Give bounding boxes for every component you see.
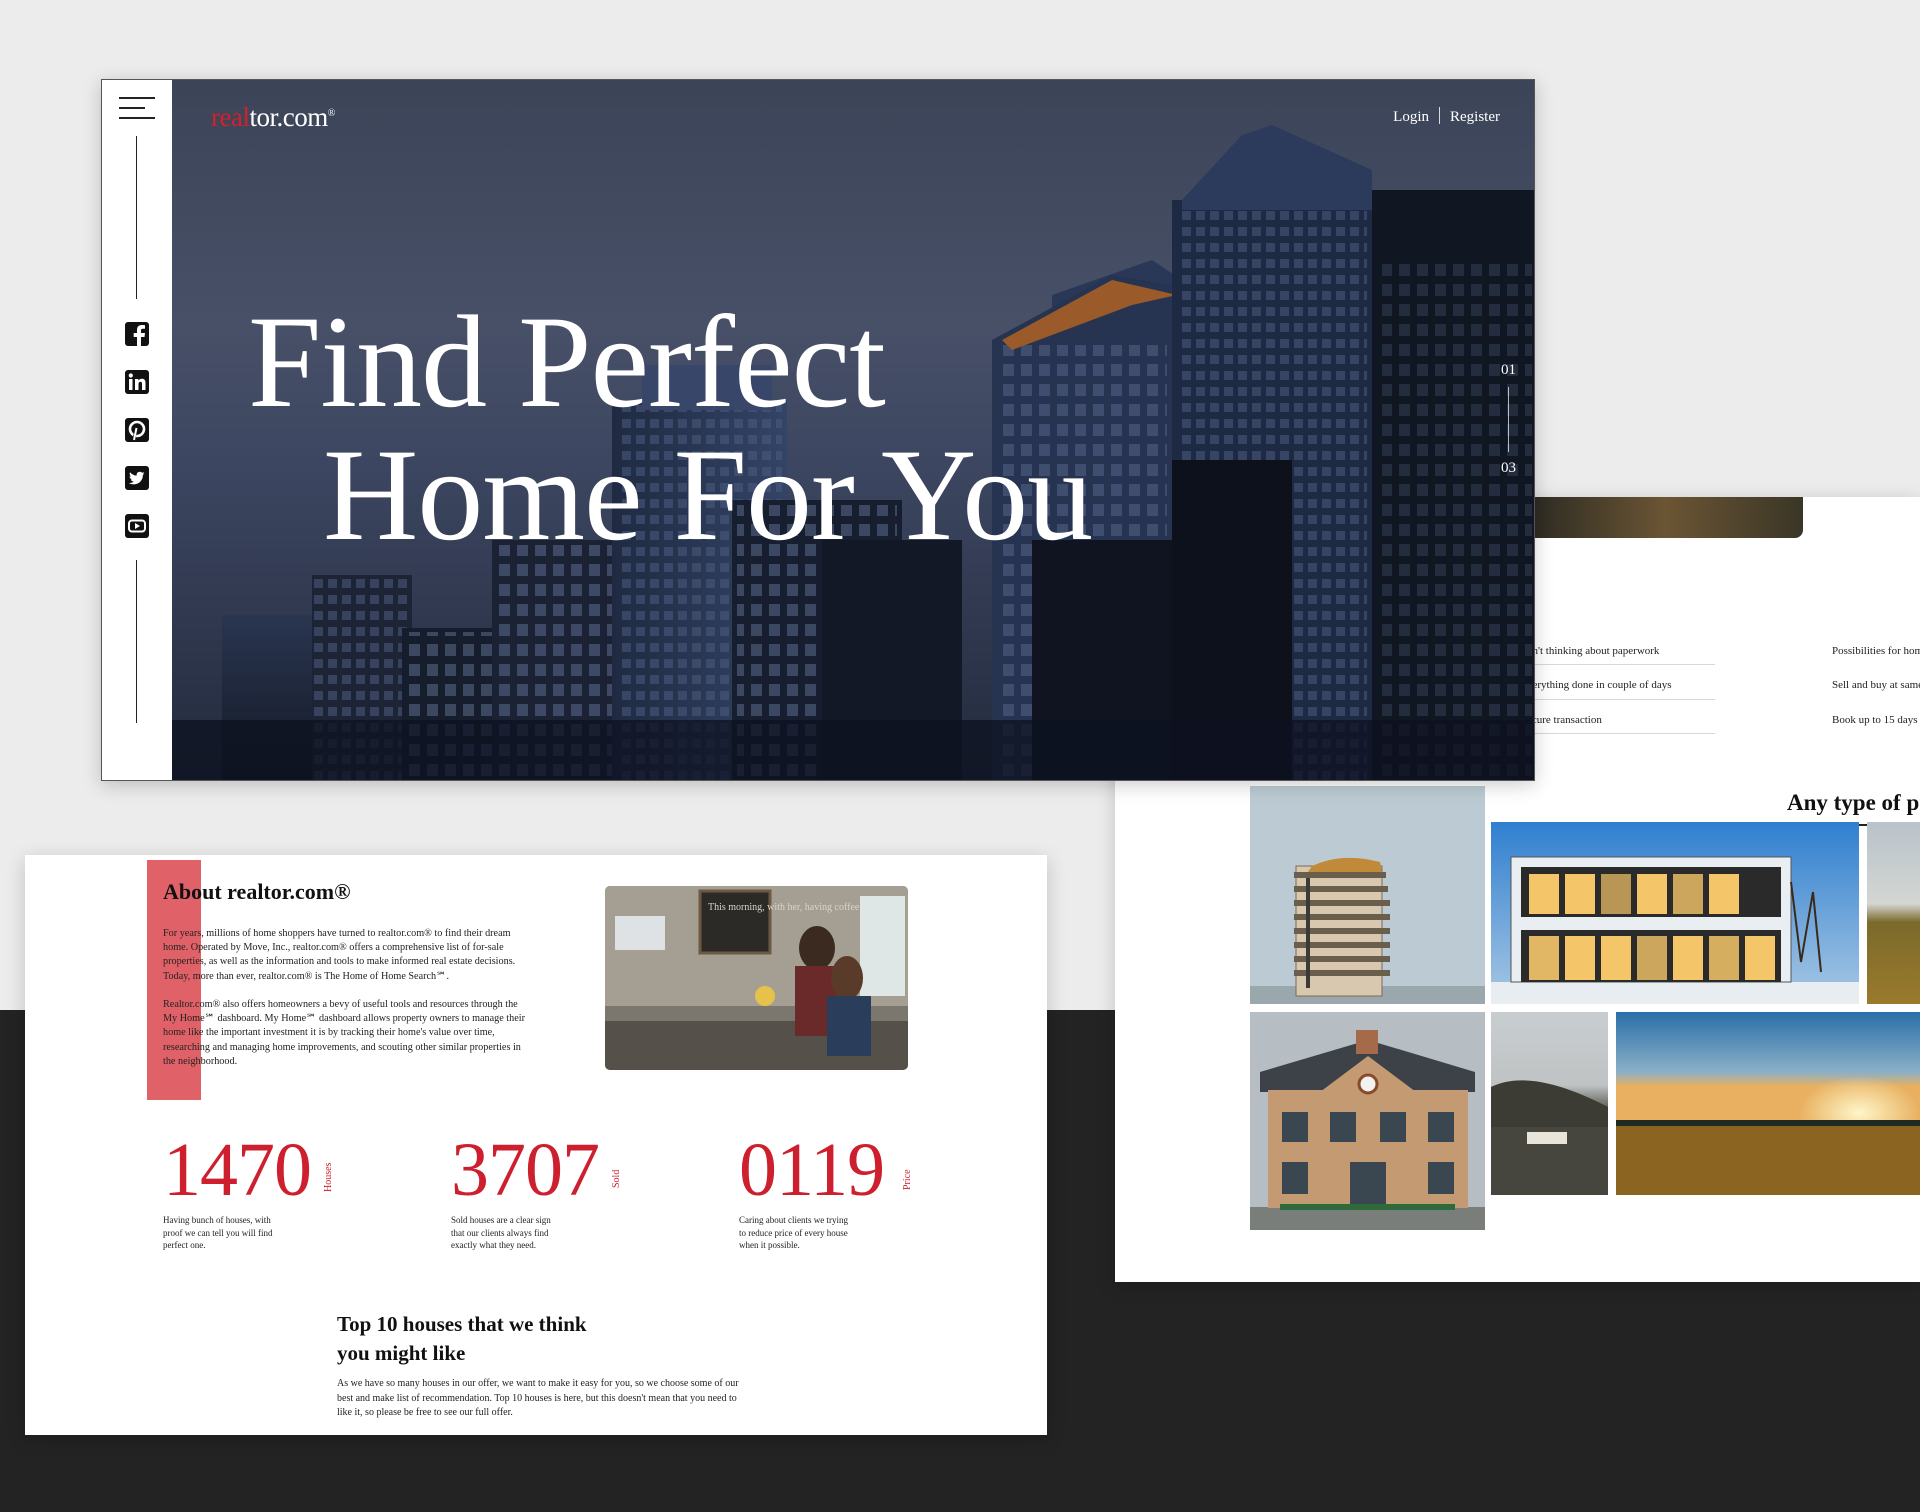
realtor-logo[interactable]: realtor.com® [211,102,335,133]
hero-headline: Find Perfect Home For You [248,295,1093,568]
stat-description: Having bunch of houses, with proof we ca… [163,1215,273,1250]
stat-price: 0119 Price Caring about clients we tryin… [739,1130,939,1260]
property-photo-countryside[interactable] [1867,822,1920,1004]
property-photo-brick-house[interactable] [1250,1012,1485,1230]
chalkboard-text: This morning, with her, having coffee. [708,902,862,913]
gallery-title: Any type of pr [1787,790,1920,815]
stat-unit: Price [902,1169,913,1190]
auth-divider [1439,107,1440,124]
about-paragraph: For years, millions of home shoppers hav… [163,928,516,982]
stat-description: Caring about clients we trying to reduce… [739,1215,848,1250]
sidebar-divider [136,136,137,299]
pinterest-icon[interactable] [124,417,150,443]
divider [1527,733,1715,734]
stat-number: 1470 [163,1128,312,1212]
auth-links: Login Register [1393,107,1500,126]
twitter-icon[interactable] [124,465,150,491]
stat-houses: 1470 Houses Having bunch of houses, with… [163,1130,363,1260]
feature-item: Sell and buy at same [1832,679,1920,691]
slide-image-strip [1528,497,1803,538]
about-title: About realtor.com® [163,879,351,904]
slide-progress-line [1508,387,1509,452]
facebook-icon[interactable] [124,321,150,347]
youtube-icon[interactable] [124,513,150,539]
feature-item: Possibilities for hom [1832,645,1920,657]
stat-sold: 3707 Sold Sold houses are a clear sign t… [451,1130,651,1260]
hero-banner: realtor.com® Login Register Find Perfect … [172,80,1534,780]
hero-card: realtor.com® Login Register Find Perfect … [101,79,1535,781]
stat-unit: Houses [323,1162,334,1192]
about-paragraph: Realtor.com® also offers homeowners a be… [163,999,525,1067]
feature-item: Book up to 15 days [1832,714,1918,726]
slide-total[interactable]: 03 [1501,460,1516,477]
property-photo-hills[interactable] [1491,1012,1608,1195]
sidebar [102,80,172,780]
about-card: About realtor.com® For years, millions o… [25,855,1047,1435]
stat-number: 0119 [739,1128,885,1212]
kitchen-photo: This morning, with her, having coffee. [605,886,908,1070]
feature-item: ecure transaction [1527,714,1602,726]
top10-description: As we have so many houses in our offer, … [337,1378,739,1418]
feature-item: verything done in couple of days [1527,679,1672,691]
register-link[interactable]: Register [1450,109,1500,125]
divider [1527,699,1715,700]
linkedin-icon[interactable] [124,369,150,395]
property-photo-sunset-field[interactable] [1616,1012,1920,1195]
slide-current[interactable]: 01 [1501,362,1516,379]
divider [1527,664,1715,665]
menu-icon[interactable] [119,97,155,119]
stat-number: 3707 [451,1128,600,1212]
property-photo-tower[interactable] [1250,786,1485,1004]
hero-headline-line1: Find Perfect [248,288,886,435]
feature-item: on't thinking about paperwork [1527,645,1660,657]
stat-unit: Sold [611,1169,622,1188]
property-photo-modern-villa[interactable] [1491,822,1859,1004]
hero-headline-line2: Home For You [323,421,1093,568]
sidebar-divider [136,560,137,723]
login-link[interactable]: Login [1393,109,1429,125]
stat-description: Sold houses are a clear sign that our cl… [451,1215,551,1250]
top10-title: Top 10 houses that we think you might li… [337,1312,587,1365]
